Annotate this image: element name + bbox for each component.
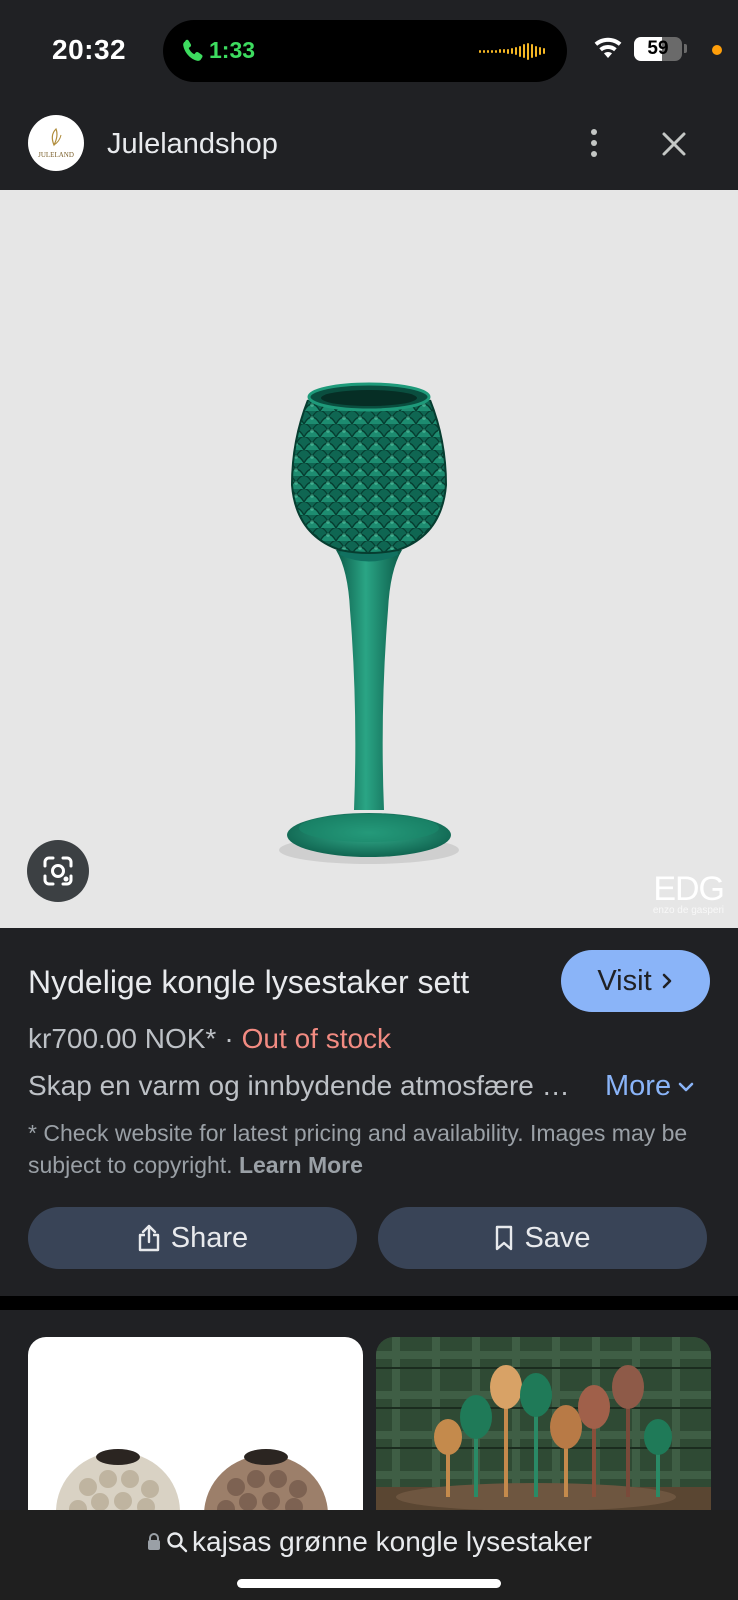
waveform-bar	[523, 44, 525, 58]
visit-button[interactable]: Visit	[561, 950, 710, 1012]
status-time: 20:32	[52, 34, 127, 65]
site-logo-text: JULELAND	[38, 151, 74, 159]
waveform-bar	[531, 44, 533, 58]
chevron-down-icon	[678, 1082, 694, 1091]
section-divider	[0, 1296, 738, 1310]
waveform-bar	[487, 49, 489, 53]
battery-tip	[684, 44, 687, 53]
price: kr700.00 NOK*	[28, 1023, 217, 1054]
battery-level: 59	[647, 38, 669, 59]
image-watermark: EDG enzo de gasperi	[652, 870, 725, 916]
close-button[interactable]	[656, 126, 692, 162]
visual-search-button[interactable]	[27, 840, 89, 902]
product-description: Skap en varm og innbydende atmosfære med…	[28, 1070, 588, 1101]
lens-icon	[43, 856, 73, 886]
share-button[interactable]: Share	[28, 1207, 357, 1269]
learn-more-link[interactable]: Learn More	[239, 1152, 363, 1178]
stock-status: Out of stock	[241, 1023, 392, 1054]
save-button[interactable]: Save	[378, 1207, 707, 1269]
waveform-bar	[495, 49, 497, 53]
product-image[interactable]: EDG enzo de gasperi	[0, 190, 738, 928]
address-bar[interactable]: kajsas grønne kongle lysestaker	[0, 1510, 738, 1574]
watermark-logo: EDG	[653, 870, 725, 908]
more-button[interactable]: More	[605, 1070, 695, 1103]
disclaimer: * Check website for latest pricing and a…	[28, 1117, 708, 1181]
browser-bottom-bar: kajsas grønne kongle lysestaker	[0, 1510, 738, 1600]
waveform-bar	[527, 42, 529, 60]
phone-call-icon	[183, 39, 203, 61]
product-title: Nydelige kongle lysestaker sett	[28, 964, 470, 1000]
waveform-bar	[499, 49, 501, 53]
lock-icon	[148, 1533, 160, 1550]
waveform-bar	[483, 49, 485, 53]
audio-waveform-icon	[479, 41, 545, 61]
viewer-header: JULELAND Julelandshop	[0, 96, 738, 190]
product-details: Nydelige kongle lysestaker sett Visit kr…	[0, 928, 738, 1296]
waveform-bar	[535, 45, 537, 57]
price-separator: ·	[224, 1023, 234, 1054]
more-options-button[interactable]	[578, 126, 610, 160]
pinecone-candle-holders-image	[56, 1449, 328, 1510]
site-logo[interactable]: JULELAND	[28, 115, 84, 171]
watermark-subtitle: enzo de gasperi	[652, 905, 724, 916]
related-images	[0, 1310, 738, 1510]
waveform-bar	[511, 48, 513, 54]
battery-icon: 59	[634, 37, 682, 61]
waveform-bar	[543, 48, 545, 54]
leaf-logo-icon	[51, 127, 62, 147]
save-label: Save	[524, 1221, 591, 1254]
waveform-bar	[503, 49, 505, 53]
chevron-right-icon	[662, 973, 671, 989]
close-icon	[662, 132, 686, 156]
dynamic-island[interactable]: 1:33	[163, 20, 567, 82]
waveform-bar	[519, 45, 521, 57]
home-indicator[interactable]	[237, 1579, 501, 1588]
wifi-icon	[594, 37, 622, 58]
waveform-bar	[515, 47, 517, 55]
waveform-bar	[507, 48, 509, 54]
dot-icon	[591, 129, 597, 135]
privacy-indicator-dot	[712, 45, 722, 55]
candle-holders-table-image	[376, 1337, 711, 1510]
status-bar: 20:32 1:33 59	[0, 0, 738, 96]
search-query: kajsas grønne kongle lysestaker	[192, 1526, 592, 1557]
more-label: More	[605, 1070, 672, 1102]
waveform-bar	[491, 49, 493, 53]
related-image-card[interactable]	[376, 1337, 711, 1510]
search-icon	[167, 1532, 188, 1553]
price-row: kr700.00 NOK* · Out of stock	[28, 1023, 391, 1055]
bookmark-icon	[496, 1225, 513, 1251]
waveform-bar	[539, 47, 541, 55]
related-image-card[interactable]	[28, 1337, 363, 1510]
call-timer: 1:33	[209, 37, 256, 63]
dot-icon	[591, 151, 597, 157]
visit-label: Visit	[597, 964, 652, 997]
dot-icon	[591, 140, 597, 146]
share-label: Share	[170, 1221, 249, 1254]
share-icon	[138, 1224, 159, 1252]
green-glass-candle-holder-image	[279, 382, 459, 864]
waveform-bar	[479, 49, 481, 53]
site-name[interactable]: Julelandshop	[107, 128, 278, 161]
